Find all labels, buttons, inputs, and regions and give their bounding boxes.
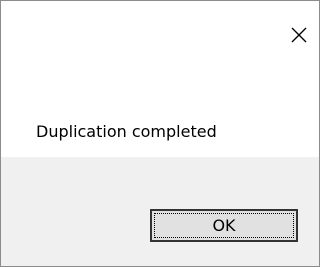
ok-button[interactable]: OK — [150, 209, 298, 242]
close-icon — [291, 27, 307, 43]
close-button[interactable] — [279, 19, 319, 51]
dialog-footer: OK — [1, 157, 319, 266]
message-dialog: Duplication completed OK — [0, 0, 320, 267]
dialog-message: Duplication completed — [36, 122, 217, 141]
dialog-content: Duplication completed — [1, 67, 319, 157]
title-bar — [1, 1, 319, 67]
ok-button-label: OK — [154, 213, 294, 238]
